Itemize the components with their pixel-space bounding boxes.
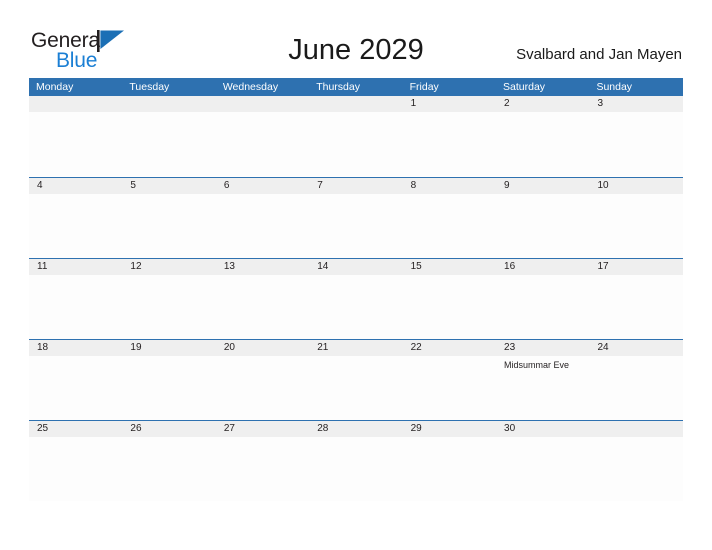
day-event[interactable] bbox=[216, 356, 309, 420]
day-number[interactable]: 12 bbox=[122, 259, 215, 275]
day-event[interactable] bbox=[589, 194, 682, 258]
day-number[interactable]: 5 bbox=[122, 178, 215, 194]
day-event[interactable] bbox=[309, 356, 402, 420]
day-event[interactable] bbox=[403, 437, 496, 501]
week-date-band: 1 2 3 bbox=[29, 96, 683, 112]
day-number[interactable]: 16 bbox=[496, 259, 589, 275]
week-event-band bbox=[29, 194, 683, 258]
day-event[interactable] bbox=[216, 437, 309, 501]
calendar-grid: Monday Tuesday Wednesday Thursday Friday… bbox=[29, 78, 683, 501]
week-event-band: Midsummar Eve bbox=[29, 356, 683, 420]
day-number[interactable]: 8 bbox=[403, 178, 496, 194]
day-number[interactable]: 6 bbox=[216, 178, 309, 194]
day-event[interactable] bbox=[29, 275, 122, 339]
day-number[interactable]: 7 bbox=[309, 178, 402, 194]
day-number[interactable]: 4 bbox=[29, 178, 122, 194]
day-event[interactable] bbox=[122, 275, 215, 339]
day-number[interactable]: 2 bbox=[496, 96, 589, 112]
page-header: General Blue June 2029 Svalbard and Jan … bbox=[0, 0, 712, 78]
week-date-band: 18 19 20 21 22 23 24 bbox=[29, 339, 683, 356]
weekday-header-saturday: Saturday bbox=[503, 81, 546, 93]
day-number[interactable]: 27 bbox=[216, 421, 309, 437]
day-number[interactable]: 13 bbox=[216, 259, 309, 275]
day-number[interactable] bbox=[122, 96, 215, 112]
weekday-header-sunday: Sunday bbox=[596, 81, 633, 93]
day-number[interactable]: 3 bbox=[589, 96, 682, 112]
weekday-header-monday: Monday bbox=[36, 81, 74, 93]
day-number[interactable]: 18 bbox=[29, 340, 122, 356]
day-number[interactable]: 29 bbox=[403, 421, 496, 437]
week-event-band bbox=[29, 275, 683, 339]
day-event[interactable] bbox=[122, 356, 215, 420]
day-number[interactable]: 15 bbox=[403, 259, 496, 275]
day-number[interactable]: 25 bbox=[29, 421, 122, 437]
region-label: Svalbard and Jan Mayen bbox=[516, 46, 682, 63]
day-event[interactable] bbox=[589, 275, 682, 339]
day-event[interactable] bbox=[309, 437, 402, 501]
weekday-header-wednesday: Wednesday bbox=[222, 81, 279, 93]
day-number[interactable]: 14 bbox=[309, 259, 402, 275]
weekday-header-tuesday: Tuesday bbox=[129, 81, 170, 93]
day-event[interactable] bbox=[122, 194, 215, 258]
week-event-band bbox=[29, 437, 683, 501]
day-event[interactable] bbox=[309, 194, 402, 258]
day-event[interactable] bbox=[496, 194, 589, 258]
day-number[interactable]: 23 bbox=[496, 340, 589, 356]
day-event[interactable] bbox=[29, 112, 122, 176]
day-number[interactable]: 17 bbox=[589, 259, 682, 275]
week-row: 4 5 6 7 8 9 10 bbox=[29, 177, 683, 258]
day-number[interactable]: 30 bbox=[496, 421, 589, 437]
day-number[interactable] bbox=[309, 96, 402, 112]
weekday-header-thursday: Thursday bbox=[316, 81, 360, 93]
day-event[interactable] bbox=[496, 112, 589, 176]
day-event[interactable] bbox=[309, 112, 402, 176]
day-event[interactable] bbox=[403, 112, 496, 176]
week-date-band: 11 12 13 14 15 16 17 bbox=[29, 258, 683, 275]
week-row: 11 12 13 14 15 16 17 bbox=[29, 258, 683, 339]
week-date-band: 25 26 27 28 29 30 bbox=[29, 420, 683, 437]
day-event[interactable] bbox=[216, 112, 309, 176]
weekday-header-row: Monday Tuesday Wednesday Thursday Friday… bbox=[29, 78, 683, 96]
day-event[interactable] bbox=[496, 437, 589, 501]
day-number[interactable]: 20 bbox=[216, 340, 309, 356]
day-event[interactable] bbox=[496, 275, 589, 339]
day-number[interactable]: 19 bbox=[122, 340, 215, 356]
day-event[interactable] bbox=[309, 275, 402, 339]
day-number[interactable] bbox=[216, 96, 309, 112]
day-event[interactable] bbox=[29, 356, 122, 420]
day-number[interactable] bbox=[589, 421, 682, 437]
day-event[interactable] bbox=[589, 356, 682, 420]
day-number[interactable]: 9 bbox=[496, 178, 589, 194]
week-event-band bbox=[29, 111, 683, 176]
day-number[interactable]: 10 bbox=[589, 178, 682, 194]
day-event[interactable] bbox=[403, 356, 496, 420]
day-number[interactable]: 24 bbox=[589, 340, 682, 356]
day-event[interactable] bbox=[29, 437, 122, 501]
day-event[interactable] bbox=[122, 112, 215, 176]
day-event[interactable] bbox=[216, 275, 309, 339]
day-event[interactable] bbox=[589, 437, 682, 501]
day-event[interactable] bbox=[29, 194, 122, 258]
day-event[interactable] bbox=[216, 194, 309, 258]
day-event-midsummar-eve[interactable]: Midsummar Eve bbox=[496, 356, 589, 420]
day-number[interactable]: 22 bbox=[403, 340, 496, 356]
day-event[interactable] bbox=[122, 437, 215, 501]
day-event[interactable] bbox=[589, 112, 682, 176]
day-number[interactable]: 1 bbox=[403, 96, 496, 112]
day-event[interactable] bbox=[403, 275, 496, 339]
day-number[interactable] bbox=[29, 96, 122, 112]
week-row: 1 2 3 bbox=[29, 96, 683, 177]
week-row: 18 19 20 21 22 23 24 Midsummar Eve bbox=[29, 339, 683, 420]
day-number[interactable]: 26 bbox=[122, 421, 215, 437]
day-number[interactable]: 28 bbox=[309, 421, 402, 437]
week-row: 25 26 27 28 29 30 bbox=[29, 420, 683, 501]
week-date-band: 4 5 6 7 8 9 10 bbox=[29, 177, 683, 194]
day-event[interactable] bbox=[403, 194, 496, 258]
day-number[interactable]: 21 bbox=[309, 340, 402, 356]
weekday-header-friday: Friday bbox=[409, 81, 439, 93]
day-number[interactable]: 11 bbox=[29, 259, 122, 275]
